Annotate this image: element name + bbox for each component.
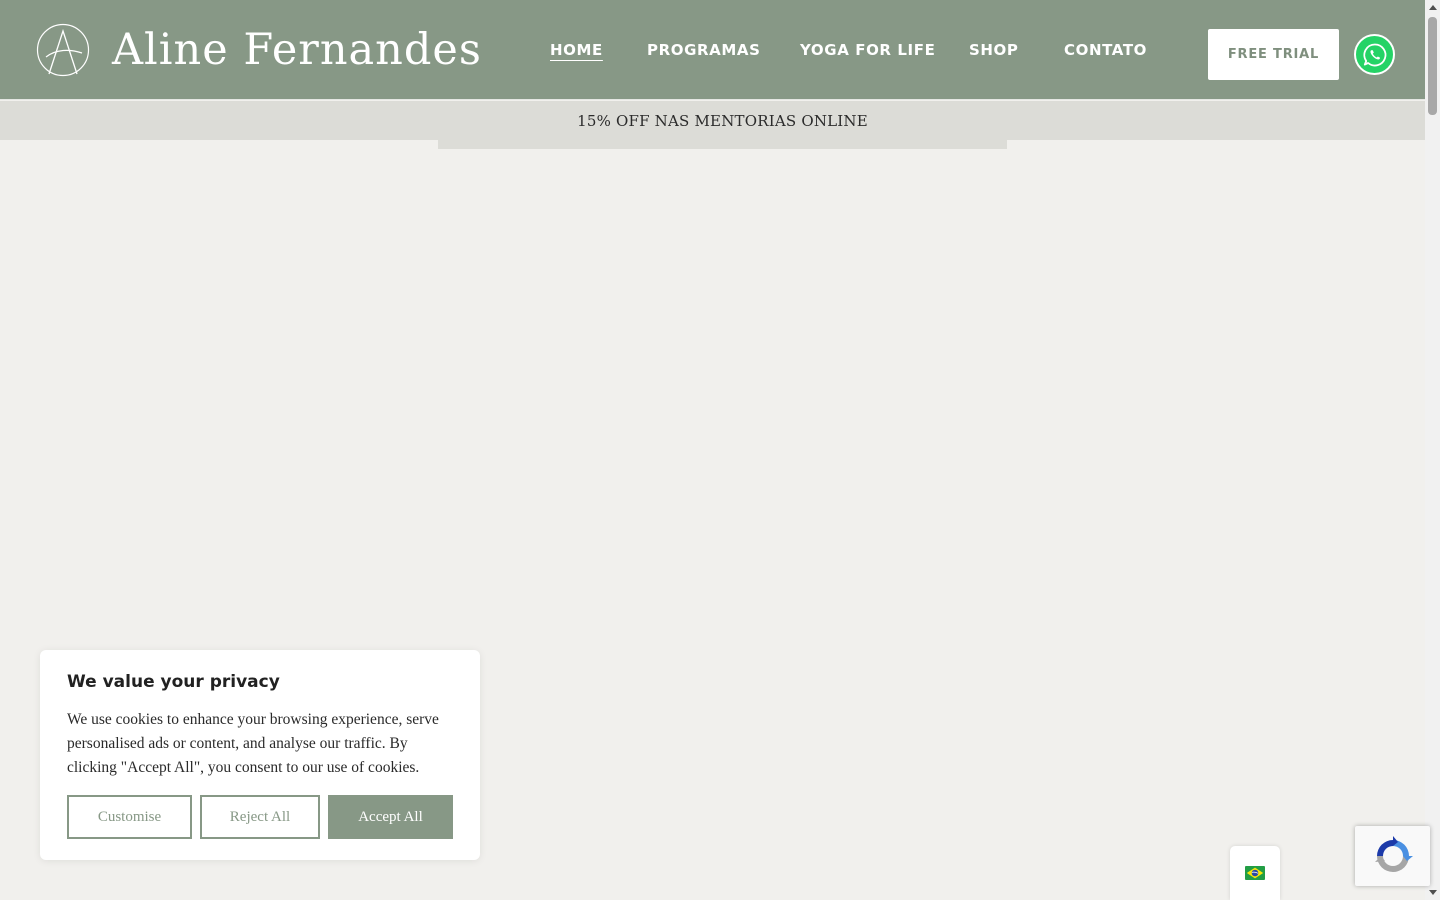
- accept-all-button[interactable]: Accept All: [328, 795, 453, 839]
- language-switcher[interactable]: [1230, 846, 1280, 900]
- nav-home[interactable]: HOME: [550, 38, 603, 62]
- brazil-flag-icon: [1245, 866, 1265, 880]
- promo-tab: [438, 140, 1007, 149]
- logo-icon[interactable]: [36, 23, 90, 77]
- recaptcha-icon: [1374, 836, 1413, 872]
- free-trial-button[interactable]: FREE TRIAL: [1208, 29, 1339, 80]
- nav-shop[interactable]: SHOP: [969, 38, 1019, 62]
- promo-text[interactable]: 15% OFF NAS MENTORIAS ONLINE: [0, 101, 1440, 140]
- cookie-consent-banner: We value your privacy We use cookies to …: [40, 650, 480, 860]
- recaptcha-badge[interactable]: [1355, 826, 1430, 886]
- scrollbar-thumb[interactable]: [1428, 17, 1437, 115]
- brand-name[interactable]: Aline Fernandes: [112, 24, 482, 76]
- scrollbar[interactable]: [1425, 0, 1440, 900]
- cookie-description: We use cookies to enhance your browsing …: [67, 711, 439, 776]
- nav-yoga-for-life[interactable]: YOGA FOR LIFE: [800, 38, 935, 62]
- nav-programas[interactable]: PROGRAMAS: [647, 38, 761, 62]
- scroll-down-arrow-icon[interactable]: [1425, 885, 1440, 900]
- nav-contato[interactable]: CONTATO: [1064, 38, 1147, 62]
- whatsapp-icon: [1362, 43, 1386, 66]
- reject-all-button[interactable]: Reject All: [200, 795, 320, 839]
- site-header: Aline Fernandes HOME PROGRAMAS YOGA FOR …: [0, 0, 1425, 100]
- cookie-title: We value your privacy: [67, 672, 280, 692]
- customise-button[interactable]: Customise: [67, 795, 192, 839]
- promo-bar: 15% OFF NAS MENTORIAS ONLINE: [0, 101, 1425, 140]
- scroll-up-arrow-icon[interactable]: [1425, 0, 1440, 15]
- whatsapp-button[interactable]: [1354, 34, 1395, 75]
